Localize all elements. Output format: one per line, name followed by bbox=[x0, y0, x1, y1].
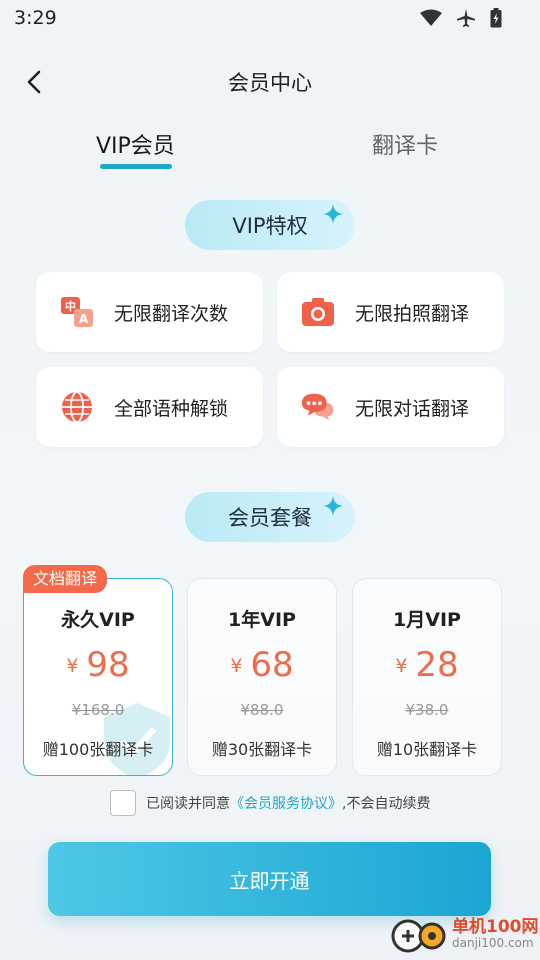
original-price: ¥38.0 bbox=[405, 701, 449, 719]
feature-label: 无限拍照翻译 bbox=[355, 302, 470, 325]
price-value: 68 bbox=[250, 645, 294, 685]
active-tab-indicator bbox=[100, 164, 172, 169]
agreement-prefix: 已阅读并同意 bbox=[146, 796, 230, 812]
page-title: 会员中心 bbox=[228, 71, 312, 95]
back-button[interactable] bbox=[18, 66, 50, 98]
feature-unlimited-photo-translation: 无限拍照翻译 bbox=[277, 272, 504, 352]
camera-icon bbox=[301, 295, 335, 329]
currency-symbol: ¥ bbox=[395, 655, 408, 677]
price-value: 28 bbox=[415, 645, 459, 685]
translate-icon: 中 A bbox=[60, 295, 94, 329]
plan-gift: 赠10张翻译卡 bbox=[376, 740, 478, 759]
original-price: ¥88.0 bbox=[240, 701, 284, 719]
sparkle-icon bbox=[323, 204, 343, 224]
status-icons bbox=[420, 8, 502, 28]
plan-card-1-month[interactable]: 1月VIP ¥28 ¥38.0 赠10张翻译卡 bbox=[352, 578, 502, 776]
activate-now-button[interactable]: 立即开通 bbox=[48, 842, 491, 916]
currency-symbol: ¥ bbox=[66, 655, 79, 677]
plan-price: ¥68 bbox=[188, 645, 336, 685]
globe-icon bbox=[60, 390, 94, 424]
agreement-row: 已阅读并同意 《会员服务协议》 ,不会自动续费 bbox=[110, 790, 430, 816]
tab-vip-member[interactable]: VIP会员 bbox=[96, 128, 175, 160]
feature-all-languages-unlock: 全部语种解锁 bbox=[36, 367, 263, 447]
feature-unlimited-dialog-translation: 无限对话翻译 bbox=[277, 367, 504, 447]
watermark-text: 单机100网 danji100.com bbox=[452, 916, 539, 950]
watermark: 单机100网 danji100.com bbox=[390, 912, 539, 956]
plan-name: 1月VIP bbox=[393, 609, 461, 631]
document-translation-badge: 文档翻译 bbox=[23, 565, 108, 593]
feature-label: 无限翻译次数 bbox=[114, 302, 229, 325]
battery-icon bbox=[490, 8, 502, 28]
chevron-left-icon bbox=[27, 70, 41, 94]
agreement-checkbox[interactable] bbox=[110, 790, 136, 816]
feature-unlimited-translation: 中 A 无限翻译次数 bbox=[36, 272, 263, 352]
watermark-logo-icon bbox=[391, 919, 446, 953]
svg-text:A: A bbox=[79, 312, 89, 326]
watermark-title: 单机100网 bbox=[452, 916, 539, 937]
plan-gift: 赠100张翻译卡 bbox=[42, 740, 154, 759]
service-agreement-link[interactable]: 《会员服务协议》 bbox=[230, 793, 342, 813]
wifi-icon bbox=[420, 9, 442, 26]
section-header-packages: 会员套餐 bbox=[185, 492, 355, 542]
airplane-icon bbox=[457, 9, 475, 27]
status-time: 3:29 bbox=[14, 7, 57, 29]
plan-price: ¥28 bbox=[353, 645, 501, 685]
section-header-vip-privileges: VIP特权 bbox=[185, 200, 355, 250]
sparkle-icon bbox=[323, 496, 343, 516]
price-value: 98 bbox=[86, 645, 130, 685]
tab-translation-card[interactable]: 翻译卡 bbox=[372, 128, 438, 160]
tab-bar: VIP会员 翻译卡 bbox=[0, 128, 540, 178]
plan-card-1-year[interactable]: 1年VIP ¥68 ¥88.0 赠30张翻译卡 bbox=[187, 578, 337, 776]
plan-card-lifetime[interactable]: 永久VIP ¥98 ¥168.0 赠100张翻译卡 bbox=[23, 578, 173, 776]
plan-name: 永久VIP bbox=[61, 609, 135, 631]
status-bar: 3:29 bbox=[0, 0, 540, 36]
feature-label: 无限对话翻译 bbox=[355, 397, 470, 420]
agreement-suffix: ,不会自动续费 bbox=[342, 796, 431, 812]
section-title: VIP特权 bbox=[232, 214, 308, 238]
section-title: 会员套餐 bbox=[228, 506, 312, 530]
nav-bar: 会员中心 bbox=[0, 56, 540, 108]
plan-price: ¥98 bbox=[24, 645, 172, 685]
feature-label: 全部语种解锁 bbox=[114, 397, 229, 420]
currency-symbol: ¥ bbox=[230, 655, 243, 677]
plan-name: 1年VIP bbox=[228, 609, 296, 631]
original-price: ¥168.0 bbox=[71, 701, 125, 719]
plan-gift: 赠30张翻译卡 bbox=[211, 740, 313, 759]
watermark-url: danji100.com bbox=[452, 935, 534, 950]
chat-icon bbox=[301, 390, 335, 424]
